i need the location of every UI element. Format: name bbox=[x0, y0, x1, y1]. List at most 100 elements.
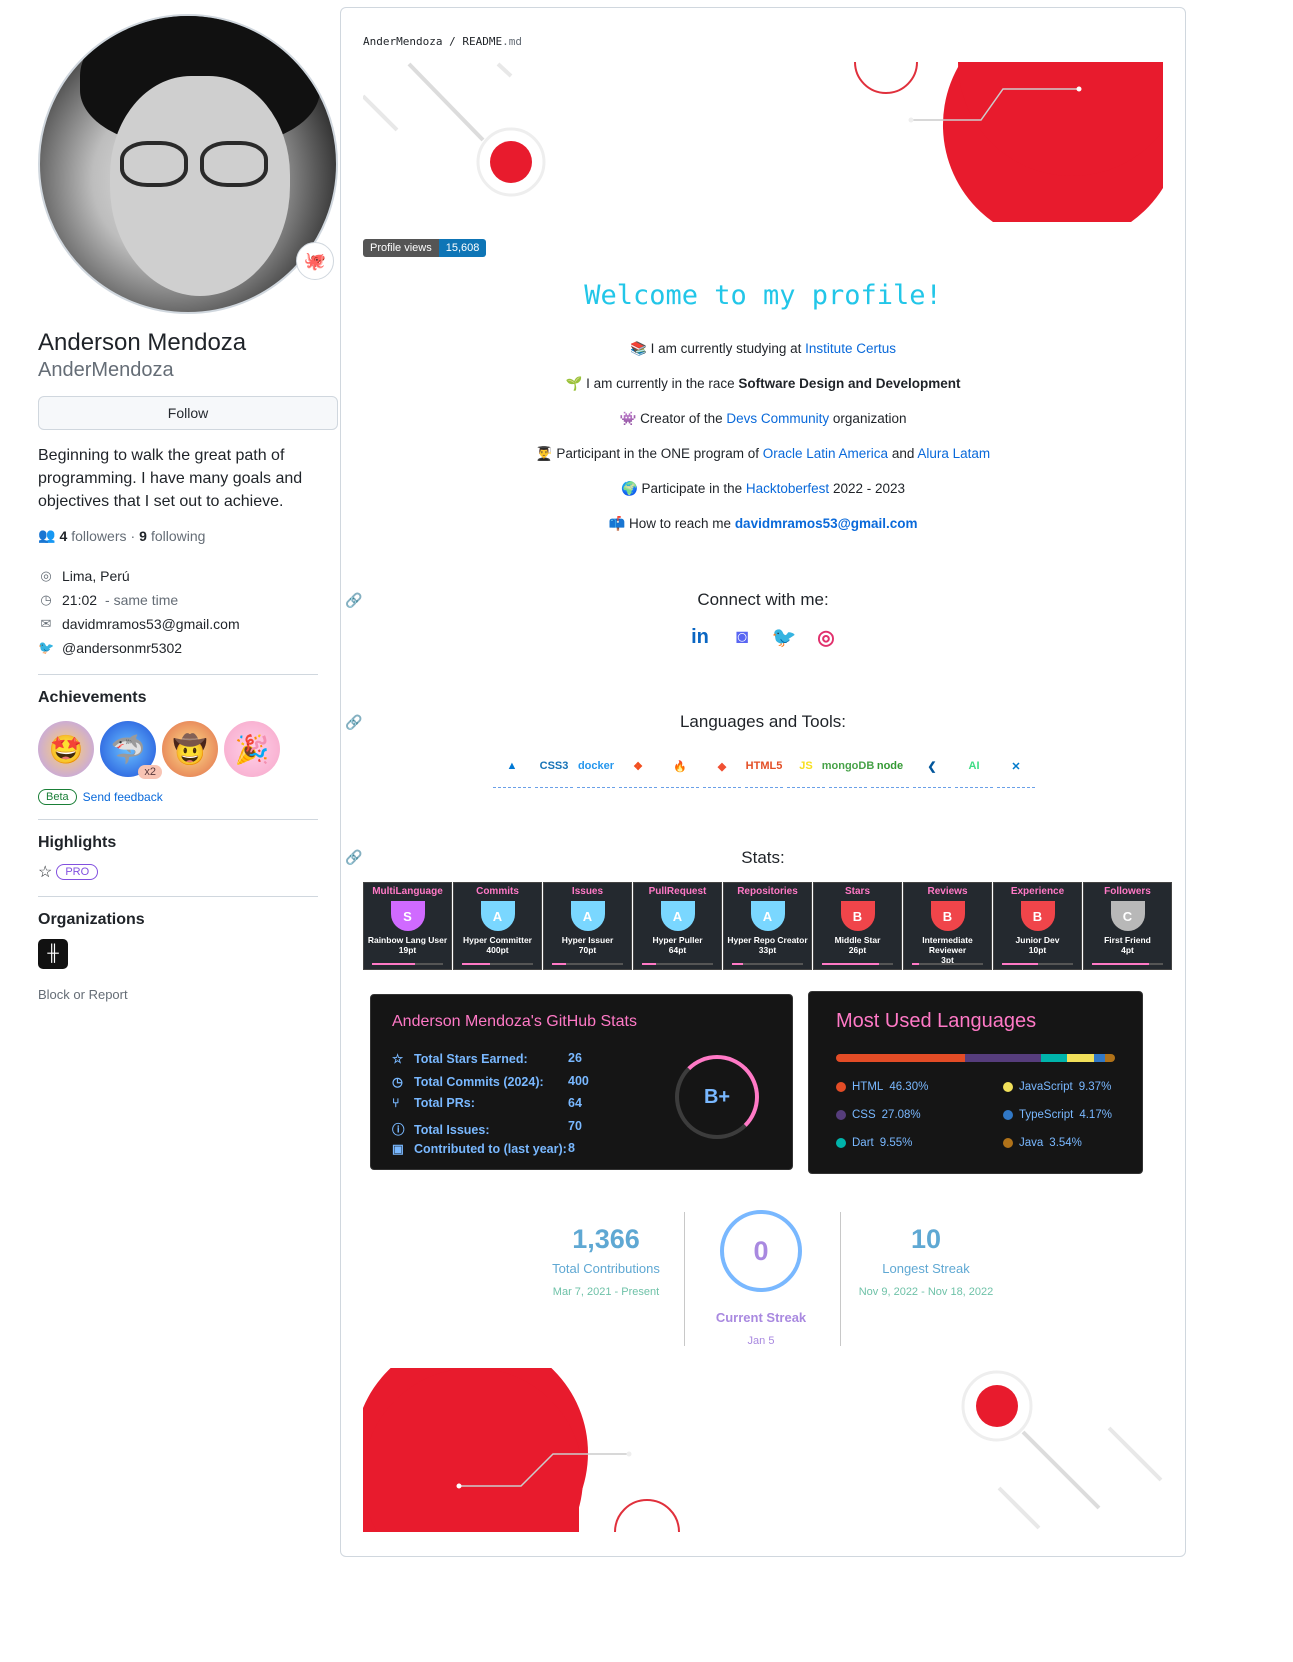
trophy-points: 26pt bbox=[848, 945, 867, 955]
repo-icon: ▣ bbox=[392, 1142, 404, 1156]
profile-bio: Beginning to walk the great path of prog… bbox=[38, 447, 303, 510]
trophy-name: Hyper Repo Creator bbox=[727, 935, 808, 945]
contact-email-link[interactable]: davidmramos53@gmail.com bbox=[735, 516, 918, 531]
avatar[interactable] bbox=[38, 14, 338, 314]
trophy-progress bbox=[642, 963, 713, 965]
trophy-icon: A bbox=[480, 901, 515, 931]
trophy-points: 70pt bbox=[578, 945, 597, 955]
trophy-grade: S bbox=[403, 908, 412, 924]
tool-icon[interactable]: ❮ bbox=[913, 745, 951, 788]
achievement-yolo-icon[interactable]: 🎉 bbox=[224, 721, 280, 777]
block-report-link[interactable]: Block or Report bbox=[38, 987, 338, 1002]
tool-icon[interactable]: ✕ bbox=[997, 745, 1035, 788]
language-item: JavaScript 9.37% bbox=[1003, 1081, 1111, 1093]
alura-link[interactable]: Alura Latam bbox=[917, 446, 990, 461]
achievement-starstruck-icon[interactable]: 🤩 bbox=[38, 721, 94, 777]
beta-feedback: Beta Send feedback bbox=[38, 789, 338, 805]
instagram-icon[interactable]: ◎ bbox=[811, 622, 841, 652]
trophy-title: Experience bbox=[1010, 886, 1065, 897]
language-item: Java 3.54% bbox=[1003, 1137, 1082, 1149]
following-link[interactable]: following bbox=[151, 528, 205, 544]
send-feedback-link[interactable]: Send feedback bbox=[83, 790, 163, 804]
following-count[interactable]: 9 bbox=[139, 528, 147, 544]
followers-link[interactable]: followers bbox=[71, 528, 126, 544]
stat-value: 8 bbox=[568, 1141, 575, 1155]
trophy-icon: A bbox=[660, 901, 695, 931]
trophy-grade: A bbox=[492, 908, 503, 924]
about-line-community: 👾 Creator of the Devs Community organiza… bbox=[619, 411, 907, 426]
trophy-name: Hyper Committer bbox=[463, 935, 532, 945]
crumb-file[interactable]: README bbox=[462, 35, 502, 48]
email-link[interactable]: davidmramos53@gmail.com bbox=[62, 612, 240, 636]
trophy-points: 19pt bbox=[398, 945, 417, 955]
tool-icon[interactable]: ◆ bbox=[703, 745, 741, 788]
certus-link[interactable]: Institute Certus bbox=[805, 341, 896, 356]
tool-icon[interactable]: JS bbox=[787, 745, 825, 788]
trophy-icon: C bbox=[1110, 901, 1145, 931]
trophy-points: 33pt bbox=[758, 945, 777, 955]
devs-community-link[interactable]: Devs Community bbox=[726, 411, 829, 426]
footer-banner bbox=[363, 1368, 1163, 1532]
achievements-list: 🤩 🦈 x2 🤠 🎉 bbox=[38, 717, 338, 781]
followers-count[interactable]: 4 bbox=[59, 528, 67, 544]
tool-icon[interactable]: CSS3 bbox=[535, 745, 573, 788]
mailbox-icon: 📫 bbox=[608, 516, 629, 531]
achievement-cowboy-icon[interactable]: 🤠 bbox=[162, 721, 218, 777]
trophy-card: Reviews B Intermediate Reviewer 3pt bbox=[903, 882, 992, 970]
achievements-title[interactable]: Achievements bbox=[38, 689, 338, 707]
follow-counts: 👥 4 followers · 9 following bbox=[38, 527, 206, 544]
languages-heading: Languages and Tools: bbox=[679, 712, 847, 731]
tool-icon[interactable]: docker bbox=[577, 745, 615, 788]
tool-icon[interactable]: ▲ bbox=[493, 745, 531, 788]
profile-login: AnderMendoza bbox=[38, 359, 174, 381]
profile-name: Anderson Mendoza bbox=[38, 329, 247, 356]
stat-row: ▣ Contributed to (last year): 8 bbox=[392, 1141, 575, 1156]
star-icon: ☆ bbox=[392, 1052, 404, 1066]
trophy-name: Middle Star bbox=[834, 935, 881, 945]
tool-icon[interactable]: mongoDB bbox=[822, 745, 874, 788]
achievement-shark-icon[interactable]: 🦈 x2 bbox=[100, 721, 162, 779]
trophy-title: Stars bbox=[844, 886, 870, 897]
trophy-progress bbox=[1002, 963, 1073, 965]
trophy-title: Issues bbox=[571, 886, 604, 897]
organization-avatar[interactable]: ╫ bbox=[38, 939, 68, 969]
trophy-card: Experience B Junior Dev 10pt bbox=[993, 882, 1082, 970]
hacktoberfest-link[interactable]: Hacktoberfest bbox=[746, 481, 829, 496]
welcome-heading: Welcome to my profile! bbox=[584, 280, 942, 311]
trophy-grade: B bbox=[1032, 908, 1043, 924]
twitter-link[interactable]: @andersonmr5302 bbox=[62, 636, 182, 660]
crumb-user[interactable]: AnderMendoza bbox=[363, 35, 442, 48]
total-contributions: 1,366 Total Contributions Mar 7, 2021 - … bbox=[552, 1224, 660, 1298]
profile-views-badge: Profile views 15,608 bbox=[363, 239, 487, 257]
tool-icon[interactable]: HTML5 bbox=[745, 745, 783, 788]
trophy-grade: A bbox=[582, 908, 593, 924]
trophy-grade: B bbox=[852, 908, 863, 924]
status-emoji-icon[interactable]: 🐙 bbox=[296, 242, 334, 280]
stat-value: 70 bbox=[568, 1118, 582, 1133]
follow-button[interactable]: Follow bbox=[38, 396, 338, 430]
trophy-progress bbox=[912, 963, 983, 965]
profile-sidebar: 🐙 Anderson Mendoza AnderMendoza Follow B… bbox=[38, 14, 338, 1002]
divider bbox=[38, 819, 318, 820]
linkedin-icon[interactable]: in bbox=[685, 622, 715, 652]
issue-icon: ⓘ bbox=[392, 1122, 405, 1137]
trophy-title: Repositories bbox=[737, 886, 798, 897]
tool-icon[interactable]: AI bbox=[955, 745, 993, 788]
about-lines: 📚 I am currently studying at Institute C… bbox=[341, 338, 1185, 548]
tool-icon[interactable]: ❖ bbox=[619, 745, 657, 788]
time-note: - same time bbox=[105, 592, 179, 608]
trophy-points: 10pt bbox=[1028, 945, 1047, 955]
tool-icon[interactable]: 🔥 bbox=[661, 745, 699, 788]
discord-icon[interactable]: ◙ bbox=[727, 622, 757, 652]
pull-request-icon: ⑂ bbox=[392, 1096, 400, 1110]
sparkles-icon: 👾 bbox=[619, 411, 641, 426]
trophy-name: Junior Dev bbox=[1015, 935, 1060, 945]
language-segment bbox=[965, 1054, 1041, 1062]
tool-icon[interactable]: node bbox=[871, 745, 909, 788]
highlights-list: ☆ PRO bbox=[38, 862, 338, 882]
stat-row: ⓘ Total Issues: 70 bbox=[392, 1118, 582, 1137]
language-segment bbox=[1105, 1054, 1115, 1062]
twitter-icon[interactable]: 🐦 bbox=[769, 622, 799, 652]
location-text: Lima, Perú bbox=[62, 568, 130, 584]
oracle-link[interactable]: Oracle Latin America bbox=[763, 446, 888, 461]
